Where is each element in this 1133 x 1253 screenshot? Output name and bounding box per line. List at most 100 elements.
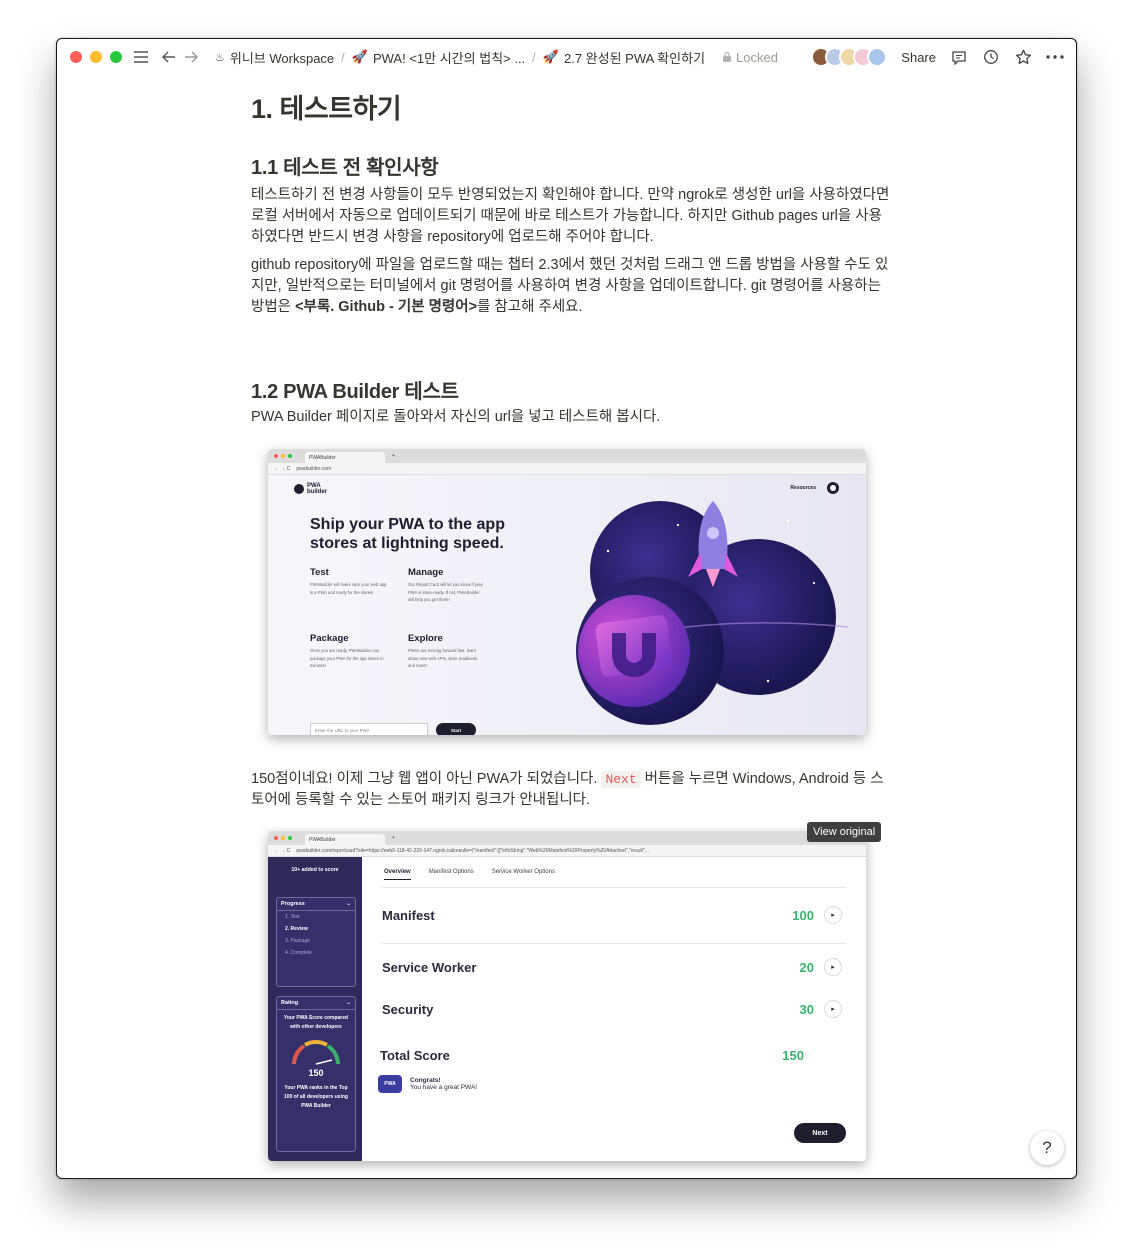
progress-panel: Progress ⌄ 1. Test 2. Review 3. Package 4… xyxy=(276,897,356,987)
paragraph-pwa-builder: PWA Builder 페이지로 돌아와서 자신의 url을 넣고 테스트해 봅… xyxy=(251,409,661,425)
congrats-text: You have a great PWA! xyxy=(410,1084,478,1091)
pwabuilder-home-screenshot[interactable]: PWABuilder + ← → Cpwabuilder.com PWA bui… xyxy=(268,449,866,735)
browser-tab-bar: PWABuilder + xyxy=(268,449,866,463)
feature-title: Package xyxy=(310,633,349,644)
lock-icon xyxy=(723,51,732,62)
total-score-row: Total Score 150 xyxy=(380,1035,844,1075)
inline-code: Next xyxy=(601,771,641,788)
paragraph-git-upload: github repository에 파일을 업로드할 때는 챕터 2.3에서 … xyxy=(251,255,891,318)
congrats-title: Congrats! xyxy=(410,1077,441,1084)
pwabuilder-logo: PWA builder xyxy=(294,483,329,495)
section-heading-1-2: 1.2 PWA Builder 테스트 xyxy=(251,381,459,403)
more-options-icon[interactable] xyxy=(1046,48,1064,66)
top-right-tools: Share xyxy=(811,39,1064,75)
window-controls xyxy=(70,51,122,63)
score-row-label: Manifest xyxy=(382,907,435,923)
browser-tab-label: PWABuilder xyxy=(309,454,336,461)
app-window: ♨ 위니브 Workspace / 🚀 PWA! <1만 시간의 법칙> ...… xyxy=(56,38,1077,1179)
paragraph-score-result: 150점이네요! 이제 그냥 웹 앱이 아닌 PWA가 되었습니다. Next … xyxy=(251,769,891,811)
browser-tab: PWABuilder xyxy=(305,452,385,463)
rocket-icon: 🚀 xyxy=(542,49,559,64)
favorite-star-icon[interactable] xyxy=(1014,48,1032,66)
score-row-value: 100 xyxy=(792,907,814,923)
logo-text: PWA builder xyxy=(307,483,328,495)
url-input: Enter the URL to your PWA xyxy=(310,723,428,735)
help-button[interactable]: ? xyxy=(1030,1131,1064,1165)
progress-step: 4. Complete xyxy=(285,950,312,956)
rating-score: 150 xyxy=(308,1068,324,1078)
score-row-value: 20 xyxy=(799,959,814,975)
row-divider xyxy=(382,943,846,944)
expand-arrow-icon: ▸ xyxy=(824,906,842,924)
start-button: Start xyxy=(436,723,476,735)
rocket-illustration xyxy=(576,501,849,725)
breadcrumb-current-page[interactable]: 🚀 2.7 완성된 PWA 확인하기 xyxy=(538,46,710,69)
pwabuilder-reportcard-screenshot[interactable]: PWABuilder + ← → Cpwabuilder.com/reportc… xyxy=(268,831,866,1161)
breadcrumb-label: 2.7 완성된 PWA 확인하기 xyxy=(563,50,706,66)
section-heading-1-1: 1.1 테스트 전 확인사항 xyxy=(251,157,439,179)
feature-title: Manage xyxy=(408,567,444,578)
browser-address-bar: ← → Cpwabuilder.com xyxy=(268,463,866,475)
browser-tab-bar: PWABuilder + xyxy=(268,831,866,845)
tab-overview: Overview xyxy=(384,869,411,880)
feature-desc: Once you are ready, PWABuilder can packa… xyxy=(310,648,384,668)
back-arrow-icon[interactable] xyxy=(160,48,178,66)
next-button: Next xyxy=(794,1123,846,1143)
rating-panel-header: Rating ⌄ xyxy=(277,997,355,1010)
progress-panel-header: Progress ⌄ xyxy=(277,898,355,911)
comment-icon[interactable] xyxy=(950,48,968,66)
congrats-message: PWA Congrats! You have a great PWA! xyxy=(378,1075,477,1093)
score-gauge-icon xyxy=(292,1040,340,1065)
close-window-button[interactable] xyxy=(70,51,82,63)
history-clock-icon[interactable] xyxy=(982,48,1000,66)
collaborator-avatars[interactable] xyxy=(811,47,888,67)
share-button[interactable]: Share xyxy=(901,50,936,65)
avatar xyxy=(867,47,888,67)
rank-text: Your PWA ranks in the Top 100 of all dev… xyxy=(284,1085,348,1109)
feature-desc: PWABuilder will make sure your web app i… xyxy=(310,582,387,595)
expand-arrow-icon: ▸ xyxy=(824,958,842,976)
score-row-value: 30 xyxy=(799,1001,814,1017)
breadcrumb: ♨ 위니브 Workspace / 🚀 PWA! <1만 시간의 법칙> ...… xyxy=(210,46,778,69)
feature-desc: Our Report Card will let you know if you… xyxy=(408,582,483,602)
forward-arrow-icon[interactable] xyxy=(182,48,200,66)
rating-text: Your PWA Score compared with other devel… xyxy=(283,1015,349,1030)
breadcrumb-label: PWA! <1만 시간의 법칙> ... xyxy=(372,50,526,66)
expand-arrow-icon: ▸ xyxy=(824,1000,842,1018)
locked-indicator[interactable]: Locked xyxy=(722,50,778,65)
score-row-label: Service Worker xyxy=(382,959,477,975)
workspace-icon: ♨ xyxy=(215,51,225,64)
locked-label: Locked xyxy=(736,49,778,65)
paragraph-text: 150점이네요! 이제 그냥 웹 앱이 아닌 PWA가 되었습니다. xyxy=(251,771,602,787)
tab-service-worker-options: Service Worker Options xyxy=(491,869,555,875)
top-bar: ♨ 위니브 Workspace / 🚀 PWA! <1만 시간의 법칙> ...… xyxy=(57,39,1076,75)
browser-tab: PWABuilder xyxy=(305,834,385,845)
progress-step: 2. Review xyxy=(285,926,308,932)
rating-panel: Rating ⌄ Your PWA Score compared with oth… xyxy=(276,996,356,1152)
appendix-reference-link[interactable]: <부록. Github - 기본 명령어> xyxy=(295,299,477,315)
minimize-window-button[interactable] xyxy=(90,51,102,63)
pwa-hero: PWA builder Resources Ship your PWA to t… xyxy=(268,475,866,735)
breadcrumb-separator: / xyxy=(532,49,536,65)
added-to-score-label: 10+ added to score xyxy=(291,867,339,873)
browser-tab-label: PWABuilder xyxy=(309,836,336,843)
breadcrumb-workspace[interactable]: ♨ 위니브 Workspace xyxy=(210,46,339,69)
breadcrumb-pwa-book[interactable]: 🚀 PWA! <1만 시간의 법칙> ... xyxy=(347,46,530,69)
feature-title: Test xyxy=(310,567,329,578)
rocket-icon: 🚀 xyxy=(351,49,368,64)
breadcrumb-separator: / xyxy=(341,49,345,65)
sidebar-toggle-icon[interactable] xyxy=(132,48,150,66)
maximize-window-button[interactable] xyxy=(110,51,122,63)
feature-title: Explore xyxy=(408,633,443,644)
report-tabs: Overview Manifest Options Service Worker… xyxy=(384,869,555,880)
score-row-manifest: Manifest 100 ▸ xyxy=(382,895,846,935)
report-main: Overview Manifest Options Service Worker… xyxy=(362,857,866,1161)
view-original-button[interactable]: View original xyxy=(807,822,882,842)
score-row-security: Security 30 ▸ xyxy=(382,989,846,1029)
tab-manifest-options: Manifest Options xyxy=(428,869,474,875)
score-row-label: Security xyxy=(382,1001,434,1017)
total-score-label: Total Score xyxy=(380,1047,450,1063)
total-score-value: 150 xyxy=(782,1047,804,1063)
address-url: pwabuilder.com xyxy=(296,465,332,472)
report-sidebar: 10+ added to score Progress ⌄ 1. Test 2. … xyxy=(268,857,362,1161)
